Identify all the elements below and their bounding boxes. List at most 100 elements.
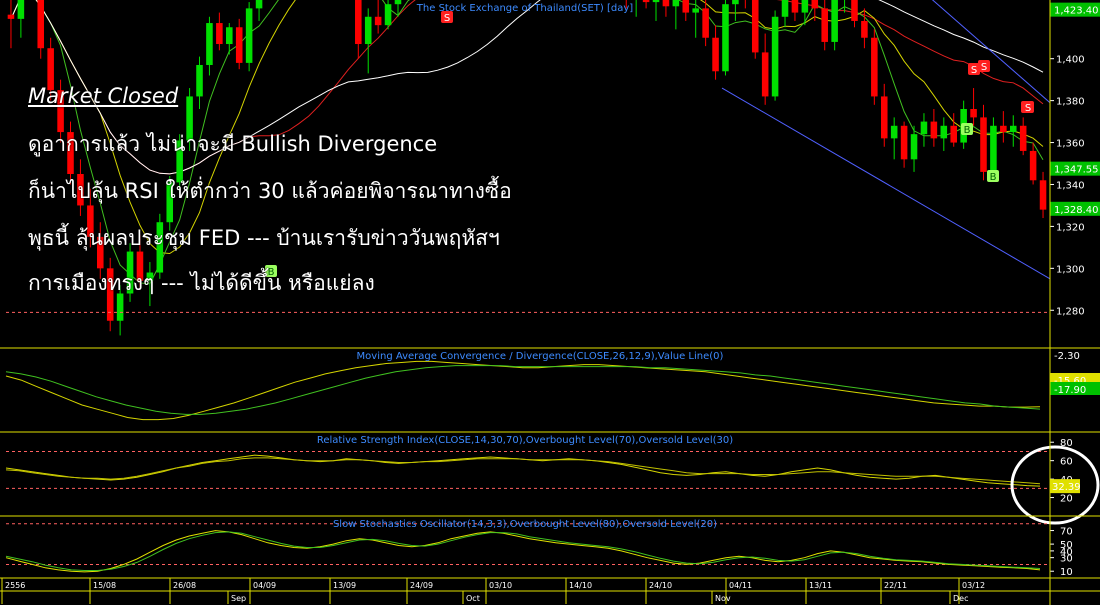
- candle-body: [642, 0, 650, 3]
- candle-body: [801, 0, 809, 13]
- candle-body: [206, 23, 213, 65]
- signal-tag-label: S: [1025, 103, 1031, 114]
- rsi-y-tick-label: 20: [1060, 494, 1073, 505]
- macd-plot: [5, 360, 1041, 421]
- candle-body: [7, 14, 15, 19]
- price-tag-label: 1,347.55: [1054, 165, 1099, 176]
- candle-body: [880, 96, 888, 139]
- price-y-tick-label: 1,360: [1056, 139, 1085, 150]
- candle-body: [245, 8, 253, 63]
- candle-body: [821, 8, 828, 42]
- candle-body: [831, 0, 838, 42]
- candle-body: [17, 0, 25, 19]
- candle-body: [702, 8, 709, 38]
- candle-body: [811, 0, 819, 9]
- rsi-y-tick-label: 60: [1060, 457, 1073, 468]
- month-label: Dec: [953, 594, 968, 603]
- signal-tag-label: S: [981, 62, 987, 73]
- annotation-line-3: พุธนี้ ลุ้นผลประชุม FED --- บ้านเรารับข่…: [28, 226, 500, 250]
- candle-body: [900, 125, 908, 160]
- annotation-line-4: การเมืองทรงๆ --- ไม่ได้ดีขึ้น หรือแย่ลง: [28, 271, 375, 295]
- annotation-line-2: ก็น่าไปลุ้น RSI ให้ต่ำกว่า 30 แล้วค่อยพิ…: [28, 179, 512, 203]
- candle-body: [652, 0, 660, 3]
- candle-body: [722, 4, 729, 72]
- candle-body: [1019, 125, 1027, 151]
- annotation-market-closed: Market Closed: [28, 84, 179, 108]
- x-tick-label: 03/12: [962, 581, 985, 590]
- x-tick-label: 15/08: [93, 581, 116, 590]
- month-label: Nov: [715, 594, 731, 603]
- price-y-tick-label: 1,300: [1056, 264, 1085, 275]
- chart-window: SSSSSBBBThe Stock Exchange of Thailand(S…: [0, 0, 1100, 605]
- x-tick-label: 13/09: [333, 581, 356, 590]
- candle-body: [781, 0, 789, 17]
- stoch-y-tick-label: 70: [1060, 527, 1073, 538]
- candle-body: [980, 117, 987, 172]
- candle-body: [216, 23, 223, 45]
- candle-body: [394, 0, 402, 5]
- signal-tag-label: S: [971, 65, 977, 76]
- candle-body: [970, 109, 977, 118]
- candle-body: [861, 20, 868, 38]
- candle-body: [1000, 125, 1007, 133]
- signal-tag-label: B: [990, 172, 997, 183]
- stoch-title: Slow Stochastics Oscillator(14,3,3),Over…: [333, 519, 717, 530]
- candle-body: [910, 134, 918, 160]
- rsi-line: [5, 457, 1041, 485]
- stoch-line: [5, 530, 1041, 573]
- x-tick-label: 22/11: [884, 581, 907, 590]
- stoch-y-tick-label: 50: [1060, 540, 1073, 551]
- x-tick-label: 04/09: [253, 581, 276, 590]
- macd-value-tag-label: -17.90: [1054, 385, 1086, 396]
- candle-body: [364, 16, 372, 45]
- candle-body: [384, 4, 392, 26]
- macd-line: [5, 365, 1041, 415]
- price-tag-label: 1,423.40: [1054, 6, 1099, 17]
- signal-tag-label: S: [444, 13, 450, 24]
- price-chart-title: The Stock Exchange of Thailand(SET) [day…: [416, 3, 633, 14]
- x-tick-label: 24/10: [649, 581, 672, 590]
- x-tick-label: 04/11: [729, 581, 752, 590]
- signal-tag-label: B: [964, 125, 971, 136]
- price-tag-label: 1,328.40: [1054, 205, 1099, 216]
- price-y-tick-label: 1,320: [1056, 222, 1085, 233]
- candle-body: [851, 0, 858, 21]
- candle-body: [712, 37, 719, 72]
- candle-body: [930, 121, 938, 139]
- candle-body: [1009, 125, 1017, 133]
- month-label: Oct: [466, 594, 480, 603]
- candle-body: [1029, 150, 1037, 181]
- annotation-line-1: ดูอาการแล้ว ไม่น่าจะมี Bullish Divergenc…: [28, 132, 438, 156]
- candle-body: [940, 125, 948, 139]
- x-tick-label: 24/09: [410, 581, 433, 590]
- rsi-title: Relative Strength Index(CLOSE,14,30,70),…: [317, 435, 733, 446]
- candle-body: [255, 0, 263, 9]
- x-tick-label: 2556: [5, 581, 25, 590]
- candle-body: [235, 27, 243, 63]
- candle-body: [732, 0, 739, 5]
- stoch-y-tick-label: 10: [1060, 567, 1073, 578]
- candle-body: [374, 16, 382, 26]
- x-tick-label: 26/08: [173, 581, 196, 590]
- candle-body: [890, 125, 898, 139]
- candle-body: [950, 125, 957, 143]
- macd-line: [5, 360, 1041, 421]
- price-y-tick-label: 1,380: [1056, 97, 1085, 108]
- x-tick-label: 13/11: [809, 581, 832, 590]
- candle-body: [791, 0, 799, 13]
- candle-body: [672, 0, 680, 7]
- month-label: Sep: [231, 594, 246, 603]
- trendline-upper: [931, 0, 1050, 104]
- candle-body: [1039, 180, 1047, 210]
- price-y-tick-label: 1,400: [1056, 55, 1085, 66]
- x-tick-label: 14/10: [569, 581, 592, 590]
- candle-body: [751, 0, 759, 53]
- candle-body: [761, 52, 769, 97]
- candle-body: [692, 8, 699, 13]
- candle-body: [920, 121, 928, 135]
- macd-value-tag-label: -2.30: [1054, 351, 1080, 362]
- moving-average-line: [10, 0, 1044, 255]
- macd-title: Moving Average Convergence / Divergence(…: [357, 351, 724, 362]
- candle-body: [37, 0, 45, 49]
- rsi-value-tag-label: 32.39: [1052, 482, 1081, 493]
